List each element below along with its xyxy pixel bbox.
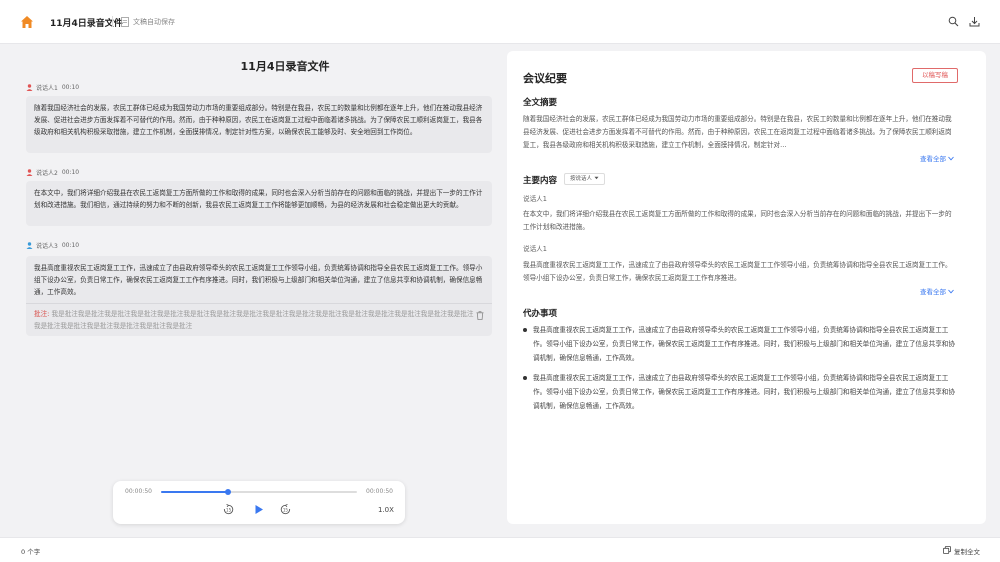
home-icon[interactable] [20, 15, 34, 29]
copy-icon[interactable] [943, 546, 951, 554]
main-item-text: 我县高度重视农民工返岗复工工作，迅速成立了由县政府领导牵头的农民工返岗复工工作领… [523, 261, 952, 282]
speaker-time: 00:10 [61, 84, 80, 91]
view-all-link[interactable]: 查看全部 [920, 153, 954, 163]
speaker-time: 00:10 [61, 169, 80, 176]
view-all-link[interactable]: 查看全部 [920, 286, 954, 296]
abstract-heading: 全文摘要 [523, 98, 558, 108]
transcript-text: 随着我国经济社会的发展，农民工群体已经成为我国劳动力市场的重要组成部分。特别是在… [34, 104, 483, 136]
transcript-bubble[interactable]: 随着我国经济社会的发展，农民工群体已经成为我国劳动力市场的重要组成部分。特别是在… [26, 96, 492, 153]
play-icon[interactable] [253, 504, 264, 515]
main-item-text: 在本文中，我们将详细介绍我县在农民工返岗复工方面所做的工作和取得的成果，同时也会… [523, 210, 952, 231]
summary-title: 会议纪要 [523, 72, 567, 85]
current-time: 00:00:50 [125, 488, 152, 495]
transcript-text: 我县高度重视农民工返岗复工工作，迅速成立了由县政府领导牵头的农民工返岗复工工作领… [34, 264, 483, 296]
playback-speed[interactable]: 1.0X [378, 506, 394, 514]
progress-handle[interactable] [224, 489, 231, 495]
bullet-dot [523, 328, 527, 332]
rewind-15-icon[interactable]: 15 [223, 504, 234, 515]
copy-all-button[interactable]: 复制全文 [954, 546, 980, 556]
transcript-bubble[interactable]: 在本文中，我们将详细介绍我县在农民工返岗复工方面所做的工作和取得的成果，同时也会… [26, 181, 492, 226]
todo-item: 我县高度重视农民工返岗复工工作，迅速成立了由县政府领导牵头的农民工返岗复工工作领… [533, 326, 955, 362]
chevron-down-icon [948, 156, 954, 161]
main-content-heading: 主要内容 [523, 176, 558, 186]
speaker-name: 说话人1 [36, 85, 58, 92]
main-item-speaker: 说话人1 [523, 195, 547, 203]
forward-15-icon[interactable]: 15 [280, 504, 291, 515]
progress-fill [161, 491, 228, 493]
progress-track[interactable] [161, 489, 357, 495]
main-item-speaker: 说话人1 [523, 245, 547, 253]
search-icon[interactable] [948, 16, 959, 27]
transcript-text: 在本文中，我们将详细介绍我县在农民工返岗复工方面所做的工作和取得的成果，同时也会… [34, 189, 483, 209]
speaker-name: 说话人3 [36, 243, 58, 250]
status-bar: 0 个字 复制全文 [0, 537, 1000, 562]
speaker-label: 说话人1 00:10 [26, 83, 79, 92]
person-icon [26, 242, 33, 249]
annotation[interactable]: 批注: 我是批注我是批注我是批注我是批注我是批注我是批注我是批注我是批注我是批注… [34, 308, 474, 332]
rewrite-button[interactable]: 以稿写稿 [912, 68, 958, 83]
svg-text:15: 15 [226, 507, 232, 512]
speaker-name: 说话人2 [36, 170, 58, 177]
person-icon [26, 169, 33, 176]
speaker-filter-value: 按说话人 [570, 176, 593, 182]
summary-panel: 会议纪要 以稿写稿 全文摘要 随着我国经济社会的发展，农民工群体已经成为我国劳动… [507, 51, 986, 524]
chevron-down-icon [948, 289, 954, 294]
speaker-label: 说话人3 00:10 [26, 241, 79, 250]
trash-icon[interactable] [476, 311, 484, 320]
annotation-label: 批注: [34, 310, 50, 318]
save-status: 文稿自动保存 [133, 18, 175, 26]
person-icon [26, 84, 33, 91]
view-all-label: 查看全部 [920, 288, 946, 296]
transcript-title: 11月4日录音文件 [240, 60, 330, 73]
speaker-filter-select[interactable]: 按说话人 [564, 173, 605, 185]
todo-item: 我县高度重视农民工返岗复工工作，迅速成立了由县政府领导牵头的农民工返岗复工工作领… [533, 374, 955, 410]
top-bar: 11月4日录音文件 文稿自动保存 [0, 0, 1000, 44]
annotation-text: 我是批注我是批注我是批注我是批注我是批注我是批注我是批注我是批注我是批注我是批注… [34, 310, 474, 330]
svg-text:15: 15 [283, 507, 289, 512]
audio-player: 00:00:50 00:00:50 15 15 1.0X [113, 481, 405, 524]
bullet-dot [523, 376, 527, 380]
view-all-label: 查看全部 [920, 155, 946, 163]
todo-heading: 代办事项 [523, 309, 558, 319]
document-icon [121, 17, 129, 27]
caret-down-icon [594, 176, 599, 180]
total-time: 00:00:50 [366, 488, 393, 495]
divider [112, 16, 113, 27]
abstract-text: 随着我国经济社会的发展，农民工群体已经成为我国劳动力市场的重要组成部分。特别是在… [523, 115, 952, 149]
speaker-time: 00:10 [61, 242, 80, 249]
note-divider [26, 303, 492, 304]
word-count: 0 个字 [21, 548, 41, 556]
download-icon[interactable] [969, 16, 980, 27]
speaker-label: 说话人2 00:10 [26, 168, 79, 177]
